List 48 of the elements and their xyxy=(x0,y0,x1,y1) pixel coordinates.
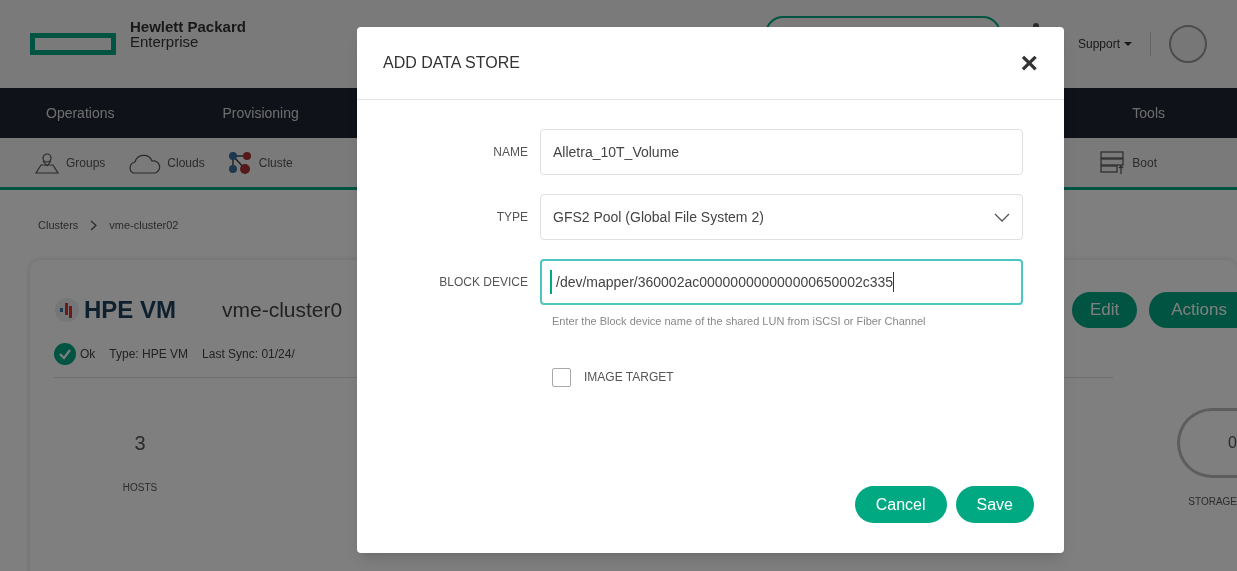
text-field[interactable]: Alletra_10T_Volume xyxy=(540,129,1023,175)
storage-value: 0 xyxy=(1228,433,1237,453)
logo-text: Enterprise xyxy=(130,34,200,49)
text-field[interactable]: /dev/mapper/360002ac000000000000000650002c335 xyxy=(540,259,1023,305)
server-icon xyxy=(1100,150,1127,175)
brand-logo-icon xyxy=(54,298,80,322)
field-label: NAME xyxy=(492,144,529,161)
field-hint: Enter the Block device name of the shared LUN from iSCSI or Fiber Channel xyxy=(552,314,927,329)
type-text: Type: HPE VM xyxy=(109,345,189,363)
map-pin-icon xyxy=(34,151,60,174)
logo-icon xyxy=(30,33,116,55)
save-button[interactable]: Save xyxy=(955,486,1034,523)
subnav-tab[interactable]: Clouds xyxy=(127,151,205,174)
field-label: TYPE xyxy=(495,209,529,226)
status-text: Ok xyxy=(80,345,96,363)
nodes-icon xyxy=(226,150,253,175)
avatar-icon[interactable] xyxy=(1169,25,1207,63)
field-value: Alletra_10T_Volume xyxy=(553,142,680,162)
edit-button[interactable]: Edit xyxy=(1071,292,1138,328)
cancel-button[interactable]: Cancel xyxy=(854,486,947,523)
subnav-tab[interactable]: Cluste xyxy=(226,150,293,175)
dialog-title: ADD DATA STORE xyxy=(383,53,520,73)
breadcrumb-link[interactable]: Clusters xyxy=(38,216,79,234)
field-label: BLOCK DEVICE xyxy=(438,274,529,291)
checkbox[interactable] xyxy=(552,367,571,387)
storage-label: STORAGE xyxy=(1188,495,1237,509)
logo-text: Hewlett Packard xyxy=(130,19,246,34)
field-value: GFS2 Pool (Global File System 2) xyxy=(553,207,764,227)
cluster-name: vme-cluster0 xyxy=(222,297,343,324)
support-menu[interactable]: Support xyxy=(1077,35,1132,53)
chevron-down-icon xyxy=(994,212,1010,222)
subnav-tab[interactable]: Groups xyxy=(34,151,106,174)
brand-name: HPE VM xyxy=(84,295,176,325)
last-sync-text: Last Sync: 01/24/ xyxy=(202,345,295,363)
subnav-tab[interactable]: Boot xyxy=(1100,150,1157,175)
actions-button[interactable]: Actions xyxy=(1149,292,1237,328)
breadcrumb-current: vme-cluster02 xyxy=(109,217,179,233)
close-button[interactable]: × xyxy=(1020,48,1038,78)
type-select[interactable]: GFS2 Pool (Global File System 2) xyxy=(540,194,1023,240)
check-circle-icon xyxy=(54,342,76,365)
nav-tab[interactable]: Operations xyxy=(46,102,115,124)
checkbox-label: IMAGE TARGET xyxy=(584,369,674,386)
nav-tab[interactable]: Provisioning xyxy=(222,102,299,124)
nav-tab[interactable]: Tools xyxy=(1132,102,1165,124)
field-value: /dev/mapper/360002ac000000000000000650002c335 xyxy=(556,272,894,292)
hosts-label: HOSTS xyxy=(122,481,158,495)
hosts-count: 3 xyxy=(134,431,146,456)
chevron-right-icon xyxy=(90,219,98,231)
